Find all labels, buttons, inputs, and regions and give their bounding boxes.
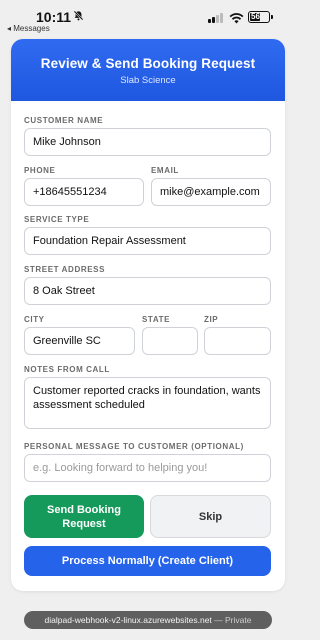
page-title: Review & Send Booking Request bbox=[40, 56, 256, 71]
state-label: STATE bbox=[142, 315, 171, 324]
back-to-messages-link[interactable]: ◂ Messages bbox=[7, 24, 50, 33]
url-text: dialpad-webhook-v2-linux.azurewebsites.n… bbox=[44, 615, 212, 625]
personal-message-label: PERSONAL MESSAGE TO CUSTOMER (OPTIONAL) bbox=[24, 442, 244, 451]
city-input[interactable] bbox=[24, 327, 135, 355]
booking-request-card: Review & Send Booking Request Slab Scien… bbox=[11, 39, 285, 591]
card-header: Review & Send Booking Request Slab Scien… bbox=[11, 39, 285, 101]
service-type-label: SERVICE TYPE bbox=[24, 215, 90, 224]
send-booking-request-button[interactable]: Send Booking Request bbox=[24, 495, 144, 538]
status-bar: 10:11 ◂ Messages 56 bbox=[0, 0, 295, 36]
wifi-icon bbox=[229, 11, 244, 24]
email-input[interactable] bbox=[151, 178, 271, 206]
email-label: EMAIL bbox=[151, 166, 179, 175]
customer-name-label: CUSTOMER NAME bbox=[24, 116, 104, 125]
battery-level: 56 bbox=[251, 12, 260, 21]
url-bar[interactable]: dialpad-webhook-v2-linux.azurewebsites.n… bbox=[24, 611, 272, 629]
process-normally-button[interactable]: Process Normally (Create Client) bbox=[24, 546, 271, 576]
battery-tip bbox=[271, 15, 273, 19]
phone-label: PHONE bbox=[24, 166, 56, 175]
clock: 10:11 bbox=[36, 9, 72, 25]
zip-label: ZIP bbox=[204, 315, 219, 324]
zip-input[interactable] bbox=[204, 327, 271, 355]
state-input[interactable] bbox=[142, 327, 198, 355]
street-address-label: STREET ADDRESS bbox=[24, 265, 106, 274]
skip-button[interactable]: Skip bbox=[150, 495, 271, 538]
company-name: Slab Science bbox=[120, 75, 176, 86]
customer-name-input[interactable] bbox=[24, 128, 271, 156]
battery-icon: 56 bbox=[248, 11, 270, 23]
bell-muted-icon bbox=[73, 10, 84, 24]
phone-input[interactable] bbox=[24, 178, 144, 206]
street-address-input[interactable] bbox=[24, 277, 271, 305]
notes-textarea[interactable]: Customer reported cracks in foundation, … bbox=[24, 377, 271, 429]
personal-message-input[interactable] bbox=[24, 454, 271, 482]
cell-signal-icon bbox=[208, 13, 224, 23]
private-label: — Private bbox=[214, 615, 252, 625]
city-label: CITY bbox=[24, 315, 45, 324]
notes-label: NOTES FROM CALL bbox=[24, 365, 110, 374]
service-type-input[interactable] bbox=[24, 227, 271, 255]
